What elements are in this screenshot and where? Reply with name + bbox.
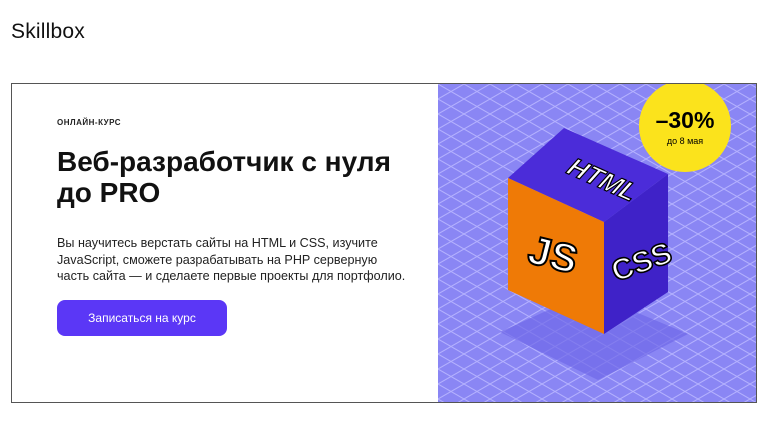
cube-illustration: HTML JS CSS –30% до 8 мая (438, 84, 756, 402)
discount-until: до 8 мая (667, 136, 703, 146)
course-type-label: ОНЛАЙН-КУРС (57, 118, 122, 127)
course-title: Веб-разработчик с нуля до PRO (57, 146, 391, 208)
enroll-button[interactable]: Записаться на курс (57, 300, 227, 336)
skillbox-logo[interactable]: Skillbox (11, 20, 85, 44)
discount-badge: –30% до 8 мая (639, 84, 731, 172)
course-description: Вы научитесь верстать сайты на HTML и CS… (57, 236, 406, 283)
course-banner: ОНЛАЙН-КУРС Веб-разработчик с нуля до PR… (11, 83, 757, 403)
course-info: ОНЛАЙН-КУРС Веб-разработчик с нуля до PR… (12, 84, 438, 402)
discount-percent: –30% (656, 107, 715, 133)
course-illustration: HTML JS CSS –30% до 8 мая (438, 84, 756, 402)
